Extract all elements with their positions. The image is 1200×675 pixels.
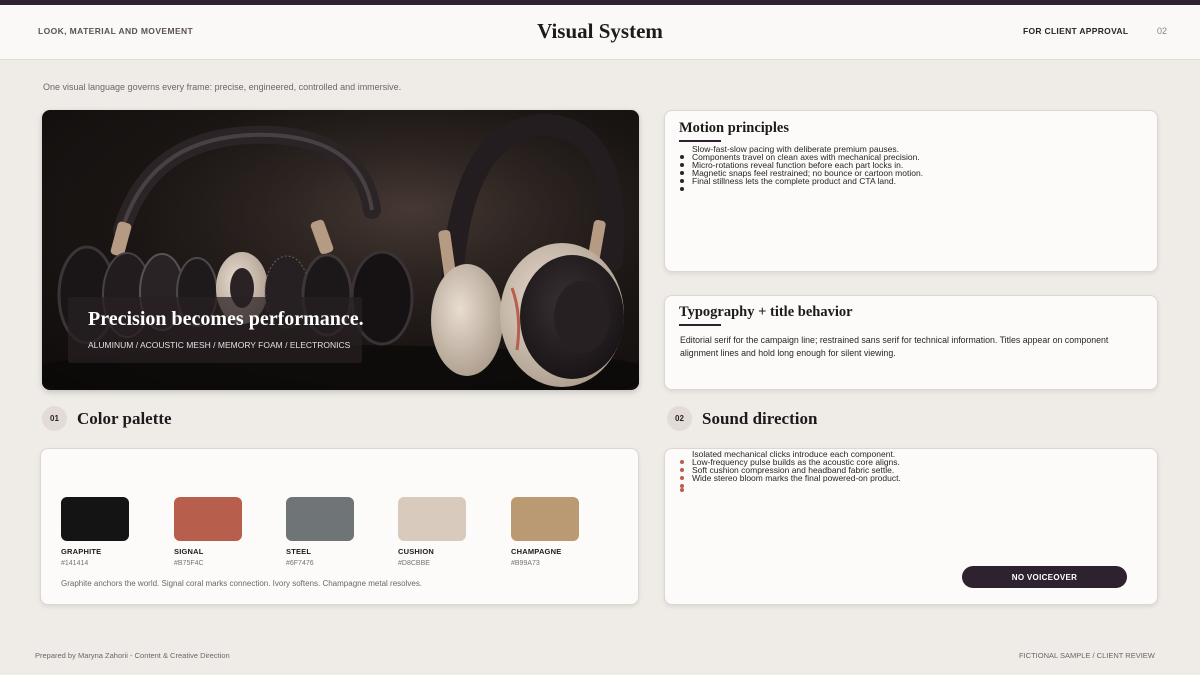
- intro-text: One visual language governs every frame:…: [43, 82, 402, 92]
- swatch-name: CUSHION: [398, 547, 434, 556]
- list-item: Final stillness lets the complete produc…: [692, 176, 896, 186]
- hero-headline: Precision becomes performance.: [88, 308, 364, 330]
- bullet-icon: [680, 171, 684, 175]
- motion-principles-title: Motion principles: [679, 120, 789, 136]
- footer-note: FICTIONAL SAMPLE / CLIENT REVIEW: [1019, 651, 1155, 660]
- title-rule: [679, 140, 721, 142]
- typography-body: Editorial serif for the campaign line; r…: [680, 335, 1109, 358]
- swatch-graphite: [61, 497, 129, 541]
- swatch-hex: #B99A73: [511, 560, 540, 567]
- section-number-badge: 01: [42, 406, 67, 431]
- section-number-badge: 02: [667, 406, 692, 431]
- swatch-signal: [174, 497, 242, 541]
- bullet-icon: [680, 163, 684, 167]
- typography-title: Typography + title behavior: [679, 304, 853, 320]
- swatch-name: GRAPHITE: [61, 547, 102, 556]
- swatch-champagne: [511, 497, 579, 541]
- bullet-icon: [680, 155, 684, 159]
- motion-principles-list: Slow-fast-slow pacing with deliberate pr…: [680, 145, 923, 186]
- sound-direction-list: Isolated mechanical clicks introduce eac…: [680, 450, 901, 483]
- swatch-hex: #B75F4C: [174, 560, 204, 567]
- bullet-icon: [680, 488, 684, 492]
- footer-credit: Prepared by Maryna Zahorii - Content & C…: [35, 651, 230, 660]
- title-rule: [679, 324, 721, 326]
- page-title: Visual System: [537, 19, 663, 43]
- swatch-name: STEEL: [286, 547, 312, 556]
- swatch-steel: [286, 497, 354, 541]
- bullet-icon: [680, 179, 684, 183]
- approval-status: FOR CLIENT APPROVAL: [1023, 26, 1129, 36]
- no-voiceover-button[interactable]: NO VOICEOVER: [962, 566, 1127, 588]
- bullet-icon: [680, 468, 684, 472]
- swatch-name: CHAMPAGNE: [511, 547, 562, 556]
- swatch-hex: #141414: [61, 560, 89, 567]
- page-number: 02: [1157, 26, 1168, 36]
- bullet-icon: [680, 460, 684, 464]
- swatch-name: SIGNAL: [174, 547, 204, 556]
- list-item: Wide stereo bloom marks the final powere…: [692, 473, 901, 483]
- sound-direction-title: Sound direction: [702, 409, 818, 428]
- swatch-hex: #6F7476: [286, 560, 314, 567]
- color-palette-title: Color palette: [77, 409, 172, 428]
- palette-note: Graphite anchors the world. Signal coral…: [61, 579, 423, 588]
- swatch-cushion: [398, 497, 466, 541]
- page-header: LOOK, MATERIAL AND MOVEMENT Visual Syste…: [0, 5, 1200, 60]
- bullet-icon: [680, 187, 684, 191]
- swatch-hex: #D8CBBE: [398, 560, 430, 567]
- bullet-icon: [680, 476, 684, 480]
- hero-materials: ALUMINUM / ACOUSTIC MESH / MEMORY FOAM /…: [88, 340, 351, 350]
